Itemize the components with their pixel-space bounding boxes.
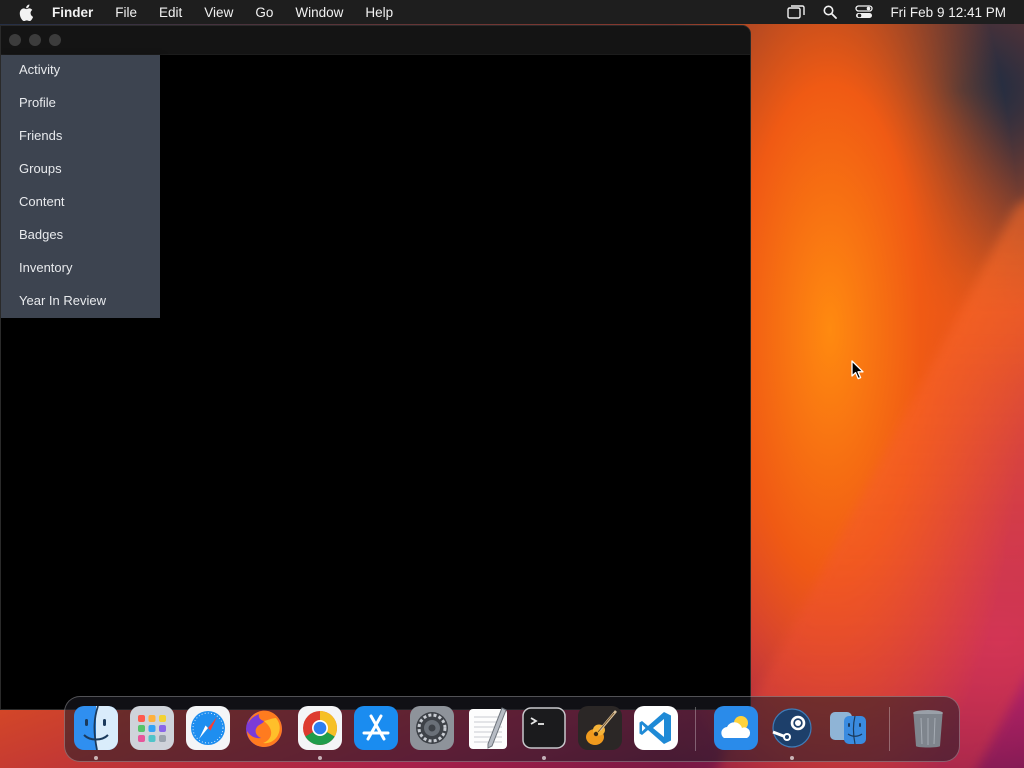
menu-item-groups[interactable]: Groups (1, 156, 160, 189)
zoom-window-button[interactable] (49, 34, 61, 46)
system-preferences-icon[interactable] (410, 706, 454, 750)
menu-bar-clock[interactable]: Fri Feb 9 12:41 PM (890, 5, 1006, 20)
menu-help[interactable]: Help (365, 5, 393, 20)
menu-file[interactable]: File (115, 5, 137, 20)
menu-item-year-in-review[interactable]: Year In Review (1, 288, 160, 321)
menu-item-profile[interactable]: Profile (1, 90, 160, 123)
textedit-icon[interactable] (466, 706, 510, 750)
terminal-icon[interactable] (522, 706, 566, 750)
weather-icon[interactable] (714, 706, 758, 750)
spotlight-search-icon[interactable] (820, 4, 840, 20)
app-window: Activity Profile Friends Groups Content … (0, 25, 751, 710)
menu-view[interactable]: View (204, 5, 233, 20)
launchpad-icon[interactable] (130, 706, 174, 750)
terminal-running-indicator (542, 756, 546, 760)
control-center-icon[interactable] (854, 4, 874, 20)
garageband-icon[interactable] (578, 706, 622, 750)
firefox-icon[interactable] (242, 706, 286, 750)
chrome-running-indicator (318, 756, 322, 760)
menu-item-inventory[interactable]: Inventory (1, 255, 160, 288)
dock-separator (889, 707, 890, 751)
migration-assistant-icon[interactable] (826, 706, 870, 750)
minimize-window-button[interactable] (29, 34, 41, 46)
close-window-button[interactable] (9, 34, 21, 46)
apple-menu-icon[interactable] (17, 3, 35, 21)
trash-icon[interactable] (906, 706, 950, 750)
app-store-icon[interactable] (354, 706, 398, 750)
chrome-icon[interactable] (298, 706, 342, 750)
finder-icon[interactable] (74, 706, 118, 750)
menu-window[interactable]: Window (295, 5, 343, 20)
steam-icon[interactable] (770, 706, 814, 750)
active-app-name[interactable]: Finder (52, 5, 93, 20)
menu-item-friends[interactable]: Friends (1, 123, 160, 156)
steam-running-indicator (790, 756, 794, 760)
window-titlebar[interactable] (1, 26, 750, 55)
menu-item-badges[interactable]: Badges (1, 222, 160, 255)
menu-item-content[interactable]: Content (1, 189, 160, 222)
menu-bar: Finder File Edit View Go Window Help Fri… (0, 0, 1024, 24)
dock-separator (695, 707, 696, 751)
menu-item-activity[interactable]: Activity (1, 57, 160, 90)
profile-dropdown-menu: Activity Profile Friends Groups Content … (1, 55, 160, 318)
safari-icon[interactable] (186, 706, 230, 750)
menu-edit[interactable]: Edit (159, 5, 182, 20)
vscode-icon[interactable] (634, 706, 678, 750)
finder-running-indicator (94, 756, 98, 760)
screen-mirroring-icon[interactable] (786, 4, 806, 20)
menu-go[interactable]: Go (255, 5, 273, 20)
mouse-cursor-icon (851, 360, 864, 380)
dock (64, 696, 960, 762)
